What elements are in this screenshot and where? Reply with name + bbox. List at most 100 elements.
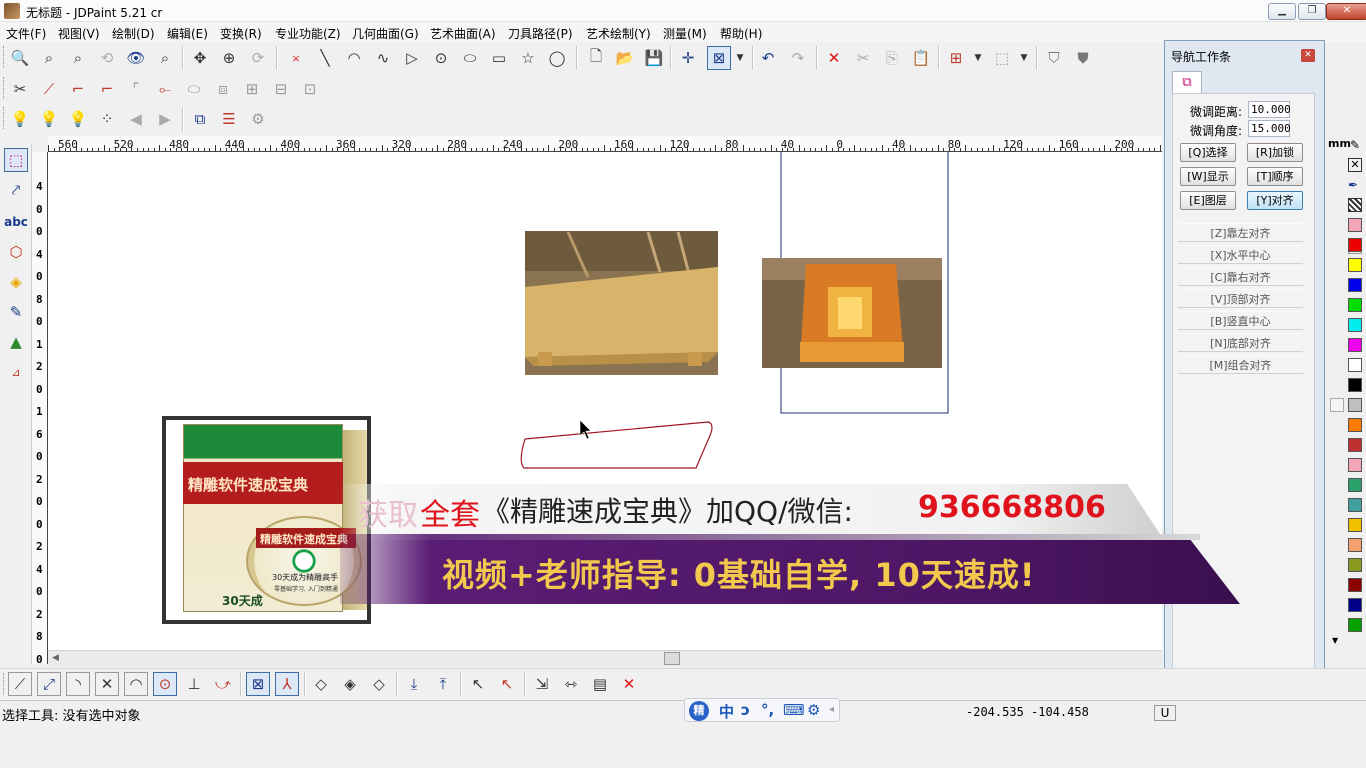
scroll-thumb[interactable] (664, 652, 680, 665)
point-icon[interactable]: × (284, 46, 308, 70)
align-bottom-button[interactable]: [N]底部对齐 (1178, 333, 1303, 352)
color-swatch[interactable] (1348, 378, 1362, 392)
arrow-left-icon[interactable]: ◀ (124, 107, 148, 131)
color-swatch[interactable] (1348, 258, 1362, 272)
shield-icon[interactable]: ⛊ (1071, 46, 1095, 70)
color-swatch[interactable] (1348, 598, 1362, 612)
frame-icon[interactable]: ⧈ (211, 77, 235, 101)
group-icon[interactable]: ⊞ (240, 77, 264, 101)
zoom-all-icon[interactable]: ⌕ (37, 46, 61, 70)
spline-icon[interactable]: ∿ (371, 46, 395, 70)
select-tab-icon[interactable]: ⧉ (1172, 71, 1202, 93)
corner-icon[interactable]: ⌜ (124, 77, 148, 101)
snap-arc-icon[interactable]: ◝ (66, 672, 90, 696)
pick-remove-icon[interactable]: ↖ (495, 672, 519, 696)
minimize-button[interactable]: ▁ (1268, 3, 1296, 20)
new-file-icon[interactable]: 🗋 (584, 46, 608, 70)
star-icon[interactable]: ☆ (516, 46, 540, 70)
bulb-yellow-icon[interactable]: 💡 (37, 107, 61, 131)
layer-button[interactable]: [E]图层 (1180, 191, 1236, 210)
color-swatch[interactable] (1348, 398, 1362, 412)
layer-up-icon[interactable]: ⤒ (431, 672, 455, 696)
snap-tangent-icon[interactable]: ⤻ (211, 672, 235, 696)
coordinate-icon[interactable]: ⊞ (944, 46, 968, 70)
align-group-button[interactable]: [M]组合对齐 (1178, 355, 1303, 374)
bulb-gray-icon[interactable]: 💡 (66, 107, 90, 131)
polyline-icon[interactable]: ▷ (400, 46, 424, 70)
save-icon[interactable]: 💾 (642, 46, 666, 70)
color-swatch[interactable] (1348, 418, 1362, 432)
zoom-redo-icon[interactable]: ⟲ (95, 46, 119, 70)
color-swatch[interactable] (1348, 218, 1362, 232)
fine-distance-field[interactable]: 10.000 (1248, 101, 1291, 118)
snap-diamond-icon[interactable]: ◇ (309, 672, 333, 696)
chamfer-icon[interactable]: ⌐ (95, 77, 119, 101)
no-fill-icon[interactable]: ✕ (1348, 158, 1362, 172)
text-tool-icon[interactable]: abc (4, 210, 28, 234)
pen-tool-icon[interactable]: ✎ (4, 300, 28, 324)
menu-file[interactable]: 文件(F) (6, 25, 46, 42)
arc-icon[interactable]: ◠ (342, 46, 366, 70)
ungroup-icon[interactable]: ⊟ (269, 77, 293, 101)
menu-transform[interactable]: 变换(R) (220, 25, 262, 42)
red-contour-shape[interactable] (520, 421, 713, 469)
select-button[interactable]: [Q]选择 (1180, 143, 1236, 162)
menu-edit[interactable]: 编辑(E) (167, 25, 208, 42)
color-swatch[interactable] (1348, 538, 1362, 552)
zoom-select-icon[interactable]: ⌕ (153, 46, 177, 70)
color-dots-icon[interactable]: ⁘ (95, 107, 119, 131)
ime-chinese-mode[interactable]: 中 (719, 701, 734, 722)
3d-view-icon[interactable]: ⬚ (990, 46, 1014, 70)
properties-icon[interactable]: ▤ (588, 672, 612, 696)
line-icon[interactable]: ╲ (313, 46, 337, 70)
chevron-down-icon[interactable]: ▼ (970, 46, 986, 70)
join-icon[interactable]: ⟜ (153, 77, 177, 101)
select-tool-icon[interactable]: ⬚ (4, 148, 28, 172)
order-button[interactable]: [T]顺序 (1247, 167, 1303, 186)
cancel-icon[interactable]: ✕ (617, 672, 641, 696)
horizontal-scrollbar[interactable]: ◀ (48, 650, 1162, 666)
fillet-icon[interactable]: ⌐ (66, 77, 90, 101)
menu-toolpath[interactable]: 刀具路径(P) (508, 25, 573, 42)
color-swatch[interactable] (1348, 238, 1362, 252)
layer-down-icon[interactable]: ⤓ (402, 672, 426, 696)
bulb-green-icon[interactable]: 💡 (8, 107, 32, 131)
pick-add-icon[interactable]: ↖ (466, 672, 490, 696)
photo-carved-table[interactable] (525, 231, 718, 375)
align-button[interactable]: [Y]对齐 (1247, 191, 1303, 210)
palette-scroll-down-icon[interactable]: ▼ (1332, 636, 1338, 645)
ime-punct-icon[interactable]: °, (761, 701, 774, 719)
color-swatch[interactable] (1348, 298, 1362, 312)
measure-tool-icon[interactable]: ⊿ (4, 360, 28, 384)
copy-icon[interactable]: ⎘ (880, 46, 904, 70)
paste-icon[interactable]: 📋 (909, 46, 933, 70)
color-swatch[interactable] (1348, 518, 1362, 532)
color-swatch[interactable] (1348, 318, 1362, 332)
redo-icon[interactable]: ↷ (786, 46, 810, 70)
emboss-tool-icon[interactable]: ▲ (4, 330, 28, 354)
transform-icon[interactable]: ⇲ (530, 672, 554, 696)
zoom-window-icon[interactable]: 🔍 (8, 46, 32, 70)
maximize-button[interactable]: ❐ (1298, 3, 1326, 20)
snap-grid-icon[interactable]: ⊠ (246, 672, 270, 696)
select-box-icon[interactable]: ⊠ (707, 46, 731, 70)
snap-intersect-icon[interactable]: ✕ (95, 672, 119, 696)
crosshair-icon[interactable]: ✛ (676, 46, 700, 70)
lock-button[interactable]: [R]加锁 (1247, 143, 1303, 162)
eyedropper-icon[interactable]: ✒ (1348, 178, 1358, 192)
color-swatch[interactable] (1348, 478, 1362, 492)
gear-icon[interactable]: ⚙ (807, 701, 820, 719)
color-swatch[interactable] (1348, 618, 1362, 632)
zoom-in-icon[interactable]: ⊕ (217, 46, 241, 70)
node-edit-icon[interactable]: ⤤ (4, 178, 28, 202)
pan-icon[interactable]: ✥ (188, 46, 212, 70)
snap-end-icon[interactable]: ⤢ (37, 672, 61, 696)
layer-settings-icon[interactable]: ⚙ (246, 107, 270, 131)
fine-angle-field[interactable]: 15.000 (1248, 120, 1291, 137)
align-top-button[interactable]: [V]顶部对齐 (1178, 289, 1303, 308)
menu-view[interactable]: 视图(V) (58, 25, 100, 42)
menu-art-surface[interactable]: 艺术曲面(A) (430, 25, 496, 42)
color-swatch[interactable] (1348, 578, 1362, 592)
open-file-icon[interactable]: 📂 (613, 46, 637, 70)
align-right-button[interactable]: [C]靠右对齐 (1178, 267, 1303, 286)
